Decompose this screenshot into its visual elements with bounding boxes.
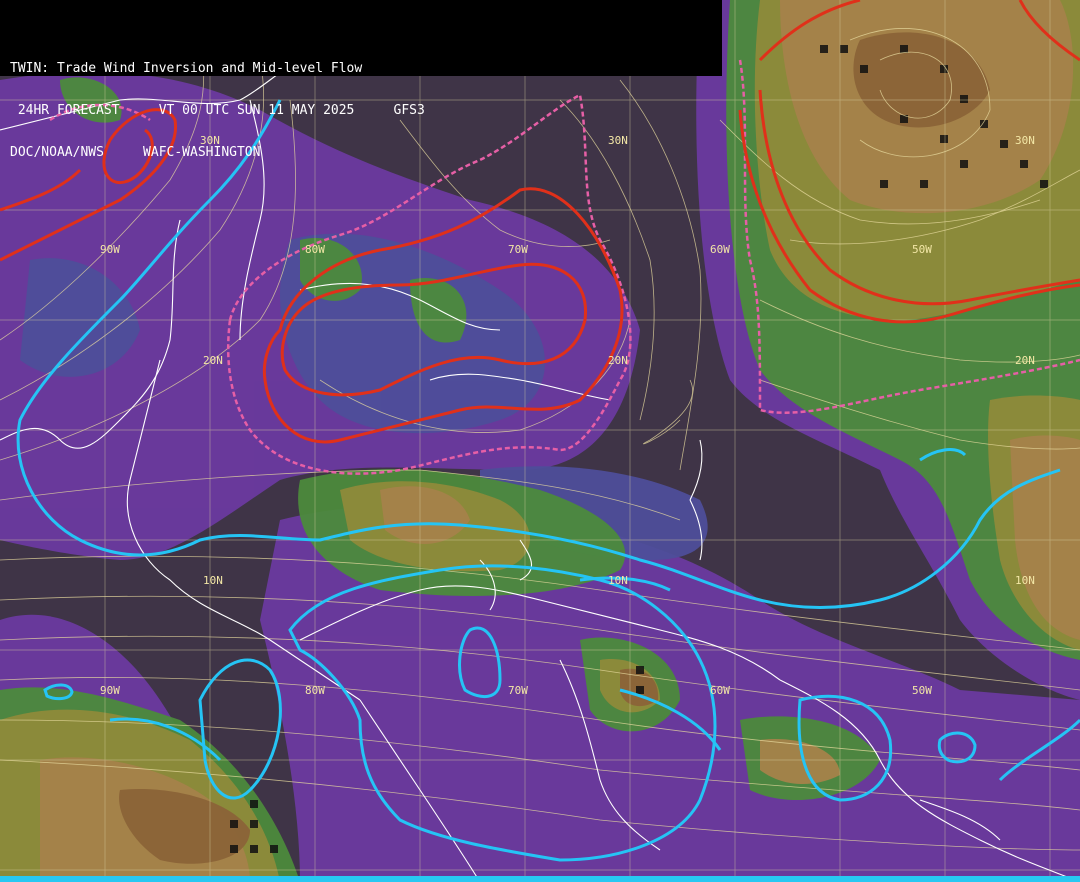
lon-label: 80W xyxy=(305,684,325,697)
header-title: TWIN: Trade Wind Inversion and Mid-level… xyxy=(10,61,363,76)
map-header: TWIN: Trade Wind Inversion and Mid-level… xyxy=(0,0,722,160)
lon-label: 90W xyxy=(100,243,120,256)
lon-label: 60W xyxy=(710,684,730,697)
lat-label: 20N xyxy=(1015,354,1035,367)
lat-label: 30N xyxy=(1015,134,1035,147)
lon-label: 60W xyxy=(710,243,730,256)
lat-label: 20N xyxy=(203,354,223,367)
header-source: DOC/NOAA/NWS WAFC-WASHINGTON xyxy=(10,145,261,160)
bottom-border xyxy=(0,876,1080,882)
lon-label: 80W xyxy=(305,243,325,256)
lat-label: 20N xyxy=(608,354,628,367)
lat-label: 10N xyxy=(608,574,628,587)
lon-label: 70W xyxy=(508,243,528,256)
lon-label: 50W xyxy=(912,243,932,256)
lat-label: 10N xyxy=(1015,574,1035,587)
lon-label: 50W xyxy=(912,684,932,697)
lon-label: 70W xyxy=(508,684,528,697)
lon-label: 90W xyxy=(100,684,120,697)
header-forecast: 24HR FORECAST VT 00 UTC SUN 11 MAY 2025 … xyxy=(10,103,425,118)
lat-label: 10N xyxy=(203,574,223,587)
